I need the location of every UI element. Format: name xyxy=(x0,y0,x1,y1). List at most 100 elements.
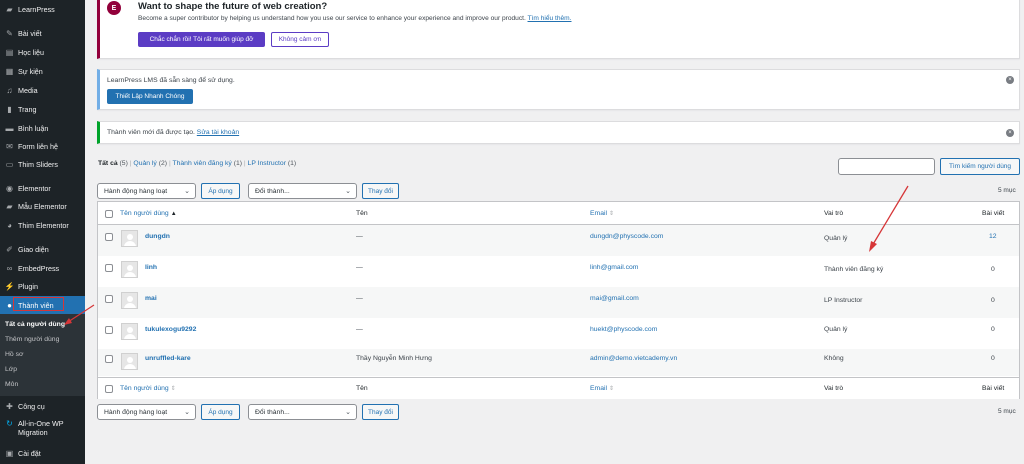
learn-more-link[interactable]: Tìm hiểu thêm. xyxy=(528,15,572,22)
comment-icon: ▬ xyxy=(5,123,14,133)
sort-arrows-icon: ⇕ xyxy=(609,386,615,392)
chevron-down-icon: ⌄ xyxy=(184,409,190,416)
apply-bulk-button-bottom[interactable]: Áp dụng xyxy=(201,404,240,420)
dismiss-learnpress-notice-icon[interactable]: × xyxy=(1006,76,1014,84)
sidebar-item-migration[interactable]: ↻ All-in-One WP Migration xyxy=(0,415,85,441)
change-role-button-top[interactable]: Thay đổi xyxy=(362,183,399,199)
user-email-link[interactable]: huekt@physcode.com xyxy=(590,326,657,333)
sidebar-item-events[interactable]: ▦ Sự kiện xyxy=(0,62,85,80)
user-role: Không xyxy=(824,355,844,362)
sidebar-item-media[interactable]: ♫ Media xyxy=(0,81,85,99)
column-name: Tên xyxy=(356,210,368,217)
chevron-down-icon: ⌄ xyxy=(345,409,351,416)
row-checkbox[interactable] xyxy=(105,326,113,334)
table-row: linh — linh@gmail.com Thành viên đăng ký… xyxy=(98,256,1019,287)
select-all-checkbox-bottom[interactable] xyxy=(105,385,113,393)
sidebar-item-plugins[interactable]: ⚡ Plugin xyxy=(0,277,85,295)
username-link[interactable]: mai xyxy=(145,295,157,302)
media-icon: ♫ xyxy=(6,85,13,95)
filter-instructor[interactable]: LP Instructor xyxy=(248,160,286,167)
sidebar-item-contact-form[interactable]: ✉ Form liên hệ xyxy=(0,137,85,155)
row-checkbox[interactable] xyxy=(105,233,113,241)
table-row: mai — mai@gmail.com LP Instructor 0 xyxy=(98,287,1019,318)
user-email-link[interactable]: linh@gmail.com xyxy=(590,264,638,271)
bulk-action-select-top[interactable]: Hành động hàng loạt ⌄ xyxy=(97,183,196,199)
bulk-action-select-bottom[interactable]: Hành động hàng loạt ⌄ xyxy=(97,404,196,420)
username-link[interactable]: dungdn xyxy=(145,233,170,240)
migration-icon: ↻ xyxy=(6,419,13,428)
avatar xyxy=(121,353,138,370)
brush-icon: ✐ xyxy=(6,244,13,254)
annotation-arrow-role xyxy=(869,185,909,252)
elementor-logo-icon: E xyxy=(107,1,121,15)
user-role: Thành viên đăng ký xyxy=(824,266,884,273)
learnpress-notice: LearnPress LMS đã sẵn sàng để sử dụng. T… xyxy=(97,69,1020,110)
sidebar-item-thim-elementor[interactable]: ◕ Thim Elementor xyxy=(0,216,85,234)
select-all-checkbox[interactable] xyxy=(105,210,113,218)
table-row: tukulexogu9292 — huekt@physcode.com Quản… xyxy=(98,318,1019,349)
username-link[interactable]: tukulexogu9292 xyxy=(145,326,196,333)
mail-icon: ✉ xyxy=(6,141,13,151)
chevron-down-icon: ⌄ xyxy=(184,188,190,195)
apply-bulk-button-top[interactable]: Áp dụng xyxy=(201,183,240,199)
search-users-input[interactable] xyxy=(838,158,935,175)
sidebar-item-learnpress[interactable]: ▰ LearnPress xyxy=(0,0,85,18)
learnpress-notice-text: LearnPress LMS đã sẵn sàng để sử dụng. xyxy=(107,77,235,84)
user-email-link[interactable]: mai@gmail.com xyxy=(590,295,639,302)
submenu-all-users[interactable]: Tất cả người dùng xyxy=(5,321,65,328)
username-link[interactable]: linh xyxy=(145,264,157,271)
sort-email-link-bottom[interactable]: Email xyxy=(590,385,607,392)
sidebar-item-documents[interactable]: ▤ Học liệu xyxy=(0,43,85,61)
table-footer: Tên người dùng ⇕ Tên Email ⇕ Vai trò Bài v… xyxy=(98,377,1019,399)
change-role-button-bottom[interactable]: Thay đổi xyxy=(362,404,399,420)
column-name-bottom: Tên xyxy=(356,385,368,392)
sort-username-link-bottom[interactable]: Tên người dùng xyxy=(120,385,169,392)
change-role-select-top[interactable]: Đổi thành... ⌄ xyxy=(248,183,357,199)
document-icon: ▤ xyxy=(5,47,14,57)
elementor-icon: ◉ xyxy=(6,183,13,193)
username-link[interactable]: unruffled-kare xyxy=(145,355,191,362)
admin-sidebar: ▰ LearnPress ✎ Bài viết ▤ Học liệu ▦ Sự kiện… xyxy=(0,0,85,464)
sidebar-item-elementor-templates[interactable]: ▰ Mẫu Elementor xyxy=(0,197,85,215)
sort-username-link[interactable]: Tên người dùng xyxy=(120,210,169,217)
sidebar-item-settings[interactable]: ▣ Cài đặt xyxy=(0,444,85,462)
dismiss-success-notice-icon[interactable]: × xyxy=(1006,129,1014,137)
user-email-link[interactable]: admin@demo.vietcademy.vn xyxy=(590,355,677,362)
slides-icon: ▭ xyxy=(5,159,14,169)
filter-admin[interactable]: Quản lý xyxy=(133,160,156,167)
chevron-down-icon: ⌄ xyxy=(345,188,351,195)
user-name: — xyxy=(356,326,363,333)
help-no-button[interactable]: Không cảm ơn xyxy=(271,32,329,47)
edit-account-link[interactable]: Sửa tài khoản xyxy=(197,129,239,136)
submenu-class[interactable]: Lớp xyxy=(5,366,17,373)
submenu-subject[interactable]: Môn xyxy=(5,381,18,388)
row-checkbox[interactable] xyxy=(105,264,113,272)
items-count-top: 5 mục xyxy=(998,187,1016,194)
column-posts-bottom: Bài viết xyxy=(982,385,1005,392)
wrench-icon: ✚ xyxy=(6,401,13,411)
change-role-select-bottom[interactable]: Đổi thành... ⌄ xyxy=(248,404,357,420)
sidebar-item-tools[interactable]: ✚ Công cụ xyxy=(0,397,85,415)
sidebar-item-elementor[interactable]: ◉ Elementor xyxy=(0,179,85,197)
quick-setup-button[interactable]: Thiết Lập Nhanh Chóng xyxy=(107,89,193,104)
user-posts: 0 xyxy=(991,297,995,304)
user-role: Quản lý xyxy=(824,326,848,333)
sidebar-item-embedpress[interactable]: ∞ EmbedPress xyxy=(0,259,85,277)
sidebar-item-pages[interactable]: ▮ Trang xyxy=(0,100,85,118)
sidebar-item-appearance[interactable]: ✐ Giao diện xyxy=(0,240,85,258)
row-checkbox[interactable] xyxy=(105,355,113,363)
filter-subscriber[interactable]: Thành viên đăng ký xyxy=(172,160,231,167)
sidebar-item-posts[interactable]: ✎ Bài viết xyxy=(0,24,85,42)
user-email-link[interactable]: dungdn@physcode.com xyxy=(590,233,663,240)
help-yes-button[interactable]: Chắc chắn rồi! Tôi rất muốn giúp đỡ xyxy=(138,32,265,47)
row-checkbox[interactable] xyxy=(105,295,113,303)
search-users-button[interactable]: Tìm kiếm người dùng xyxy=(940,158,1020,175)
filter-all[interactable]: Tất cả xyxy=(98,160,118,167)
user-posts-link[interactable]: 12 xyxy=(989,233,997,240)
submenu-add-user[interactable]: Thêm người dùng xyxy=(5,336,59,343)
annotation-arrow-sidebar xyxy=(64,304,95,325)
sort-email-link[interactable]: Email xyxy=(590,210,607,217)
sidebar-item-comments[interactable]: ▬ Bình luận xyxy=(0,119,85,137)
submenu-profile[interactable]: Hồ sơ xyxy=(5,351,23,358)
sidebar-item-thim-sliders[interactable]: ▭ Thim Sliders xyxy=(0,155,85,173)
